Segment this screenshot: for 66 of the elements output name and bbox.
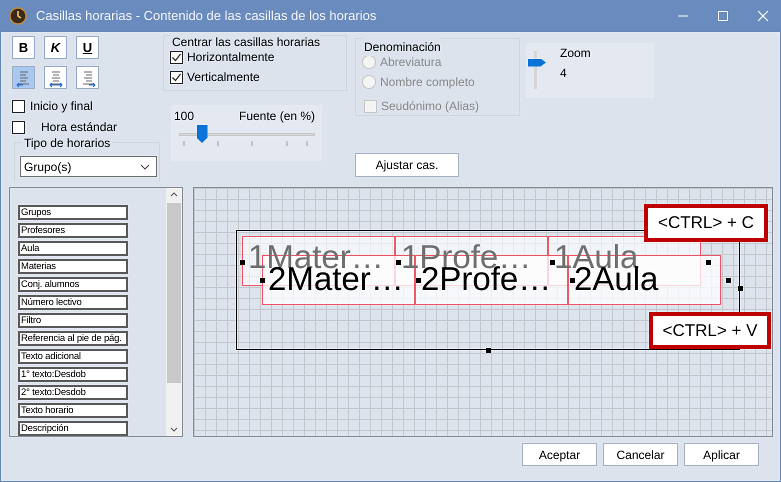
scroll-thumb[interactable]: [167, 203, 181, 383]
dialog-button[interactable]: Aplicar: [684, 443, 759, 466]
resize-handle[interactable]: [570, 278, 575, 283]
shortcut-hint: <CTRL> + V: [649, 312, 771, 349]
resize-handle[interactable]: [550, 260, 555, 265]
field-item[interactable]: Referencia al pie de pág.: [18, 331, 128, 346]
checkbox[interactable]: [170, 70, 183, 84]
bold-button[interactable]: B: [12, 36, 35, 59]
clock-icon: [9, 7, 27, 25]
field-item[interactable]: Número lectivo: [18, 295, 128, 310]
field-item[interactable]: Aula: [18, 241, 128, 256]
field-item[interactable]: Conj. alumnos: [18, 277, 128, 292]
underline-button[interactable]: U: [76, 36, 99, 59]
checkbox[interactable]: [170, 50, 183, 64]
field-item[interactable]: Filtro: [18, 313, 128, 328]
resize-handle[interactable]: [706, 260, 711, 265]
shortcut-hint: <CTRL> + C: [644, 204, 768, 242]
zoom-value: 4: [560, 65, 567, 82]
scroll-down-icon[interactable]: [170, 427, 178, 432]
slider-value: 100: [174, 108, 194, 125]
resize-handle[interactable]: [240, 260, 245, 265]
close-icon[interactable]: [757, 10, 769, 22]
resize-handle[interactable]: [738, 286, 743, 291]
slider-label: Fuente (en %): [239, 108, 316, 125]
schedule-type-dropdown[interactable]: Grupo(s): [20, 156, 157, 177]
field-item[interactable]: Texto adicional: [18, 349, 128, 364]
resize-handle[interactable]: [396, 260, 401, 265]
dialog-button[interactable]: Cancelar: [603, 443, 678, 466]
radio-label: Nombre completo: [380, 74, 475, 91]
resize-handle[interactable]: [416, 278, 421, 283]
checkbox-label: Inicio y final: [30, 98, 93, 115]
align-right-button[interactable]: [76, 66, 99, 89]
slider-thumb[interactable]: [528, 58, 546, 66]
group-label: Denominación: [364, 38, 441, 56]
font-size-slider[interactable]: [179, 125, 315, 147]
field-item[interactable]: Descripción: [18, 421, 128, 436]
field-item[interactable]: Profesores: [18, 223, 128, 238]
checkbox-label: Horizontalmente: [187, 49, 274, 66]
field-item[interactable]: Texto horario: [18, 403, 128, 418]
resize-handle[interactable]: [726, 278, 731, 283]
checkbox[interactable]: [12, 120, 25, 134]
adjust-button[interactable]: Ajustar cas.: [355, 153, 459, 177]
dialog-button[interactable]: Aceptar: [522, 443, 597, 466]
align-center-button[interactable]: [44, 66, 67, 89]
zoom-slider[interactable]: [528, 51, 548, 89]
checkbox-label: Seudónimo (Alias): [381, 98, 480, 115]
radio-label: Abreviatura: [380, 54, 442, 71]
field-item[interactable]: Grupos: [18, 205, 128, 220]
chevron-down-icon: [140, 164, 150, 170]
resize-handle[interactable]: [260, 278, 265, 283]
zoom-label: Zoom: [560, 45, 591, 62]
checkbox[interactable]: [12, 100, 25, 112]
field-item[interactable]: 2° texto:Desdob: [18, 385, 128, 400]
scrollbar[interactable]: [166, 188, 182, 436]
slider-thumb[interactable]: [196, 125, 208, 143]
checkbox-label: Hora estándar: [41, 119, 118, 136]
italic-button[interactable]: K: [44, 36, 67, 59]
window-title: Casillas horarias - Contenido de las casillas de los horarios: [36, 7, 376, 26]
checkbox-label: Verticalmente: [187, 69, 260, 86]
scroll-up-icon[interactable]: [170, 192, 178, 197]
align-left-button[interactable]: [12, 66, 35, 89]
resize-handle[interactable]: [486, 348, 491, 353]
field-item[interactable]: 1° texto:Desdob: [18, 367, 128, 382]
dropdown-value: Grupo(s): [24, 158, 72, 176]
field-item[interactable]: Materias: [18, 259, 128, 274]
maximize-icon[interactable]: [717, 10, 729, 22]
